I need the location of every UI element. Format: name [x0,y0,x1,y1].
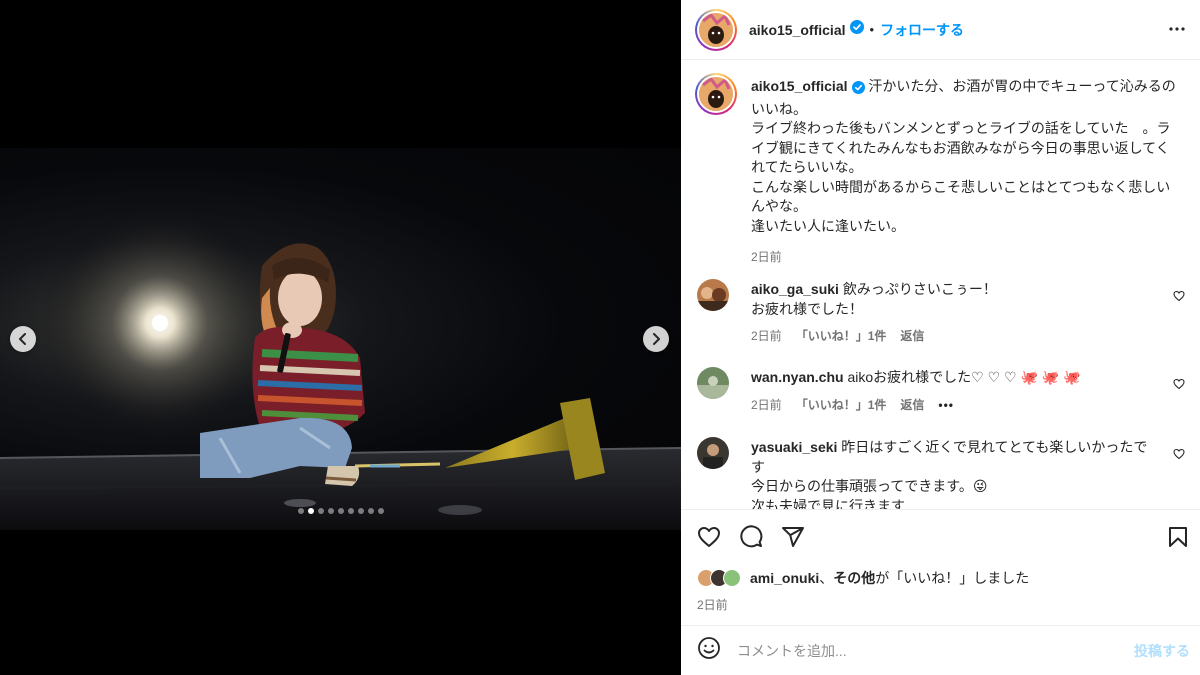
heart-icon [1173,290,1185,302]
liker-avatar [723,569,741,587]
comment-like-button[interactable] [1173,377,1185,395]
comment-button[interactable] [739,525,763,554]
comment-icon [740,525,763,548]
post-timestamp[interactable]: 2日前 [697,596,728,613]
caption-text-block: aiko15_official 汗かいた分、お酒が胃の中でキューって沁みるのいい… [751,77,1183,236]
heart-icon [698,527,720,547]
comment-like-count[interactable]: 「いいね！」1件 [796,327,887,344]
verified-icon [849,20,864,39]
comment-time[interactable]: 2日前 [751,327,782,344]
comment-like-button[interactable] [1173,289,1185,307]
avatar-illustration [699,12,733,47]
post-media [0,0,681,675]
caption-username[interactable]: aiko15_official [751,78,848,94]
carousel-next-button[interactable] [643,326,669,352]
commenter-avatar[interactable] [697,437,729,469]
more-options-button[interactable] [1168,20,1186,43]
share-icon [782,527,804,547]
post-photo[interactable] [0,148,681,530]
verified-icon [851,80,865,100]
comment-time[interactable]: 2日前 [751,396,782,413]
carousel-dot [358,508,364,514]
carousel-dot [318,508,324,514]
post-actions: ami_onuki、その他が「いいね！」しました 2日前 [681,509,1200,625]
carousel-dot [378,508,384,514]
comments-list[interactable]: aiko15_official 汗かいた分、お酒が胃の中でキューって沁みるのいい… [681,61,1200,509]
carousel-dot [338,508,344,514]
commenter-username[interactable]: wan.nyan.chu [751,369,844,385]
likes-separator: 、 [819,570,834,586]
reply-button[interactable]: 返信 [900,396,924,413]
share-button[interactable] [781,525,805,554]
header-separator: • [869,22,875,37]
comment-text-block: yasuaki_seki 昨日はすごく近くで見れてとても楽しいかったです 今日か… [751,438,1151,509]
likes-suffix: 「いいね！」しました [889,570,1030,586]
author-username[interactable]: aiko15_official [749,22,846,38]
carousel-prev-button[interactable] [10,326,36,352]
commenter-username[interactable]: yasuaki_seki [751,439,837,455]
emoji-button[interactable] [697,636,721,665]
post-header: aiko15_official • フォローする [681,0,1200,60]
likes-others-link[interactable]: その他 [833,570,875,586]
caption-text: 汗かいた分、お酒が胃の中でキューって沁みるのいいね。 ライブ終わった後もバンメン… [751,78,1176,234]
save-button[interactable] [1166,525,1190,554]
carousel-dot [308,508,314,514]
concert-photo-illustration [0,203,681,530]
avatar-illustration [699,77,733,111]
caption-timestamp[interactable]: 2日前 [751,248,782,265]
comment-like-button[interactable] [1173,447,1185,465]
carousel-dot [328,508,334,514]
liker-username[interactable]: ami_onuki [750,570,819,586]
chevron-right-icon [653,333,660,345]
comment-text-block: aiko_ga_suki 飲みっぷりさいこぅー！ お疲れ様でした！ [751,280,1151,319]
reply-button[interactable]: 返信 [900,327,924,344]
commenter-avatar[interactable] [697,279,729,311]
comment-text: aikoお疲れ様でした♡ ♡ ♡ 🐙 🐙 🐙 [847,369,1081,385]
carousel-dot [368,508,374,514]
commenter-username[interactable]: aiko_ga_suki [751,281,839,297]
comment-like-count[interactable]: 「いいね！」1件 [796,396,887,413]
bookmark-icon [1169,527,1187,547]
post-side-panel: aiko15_official • フォローする aiko15_official… [681,0,1200,675]
carousel-dot [348,508,354,514]
likes-particle: が [875,570,890,586]
emoji-icon [698,637,720,659]
heart-icon [1173,448,1185,460]
comment-text-block: wan.nyan.chu aikoお疲れ様でした♡ ♡ ♡ 🐙 🐙 🐙 [751,368,1151,388]
commenter-avatar[interactable] [697,367,729,399]
chevron-left-icon [19,333,26,345]
likes-text: ami_onuki、その他が「いいね！」しました [750,568,1029,588]
add-comment-bar: 投稿する [681,625,1200,675]
heart-icon [1173,378,1185,390]
likes-summary: ami_onuki、その他が「いいね！」しました [697,568,1029,588]
comment-input[interactable] [737,642,1117,659]
follow-button[interactable]: フォローする [880,20,964,40]
author-avatar[interactable] [695,8,737,51]
comment-meta: 2日前 「いいね！」1件 返信 ••• [751,396,954,413]
like-button[interactable] [697,525,721,554]
post-comment-button[interactable]: 投稿する [1134,641,1190,661]
carousel-dot [298,508,304,514]
carousel-indicator [298,508,384,514]
more-icon [1169,27,1185,31]
comment-meta: 2日前 「いいね！」1件 返信 [751,327,924,344]
caption-avatar[interactable] [695,73,737,115]
comment-options-button[interactable]: ••• [938,398,954,412]
